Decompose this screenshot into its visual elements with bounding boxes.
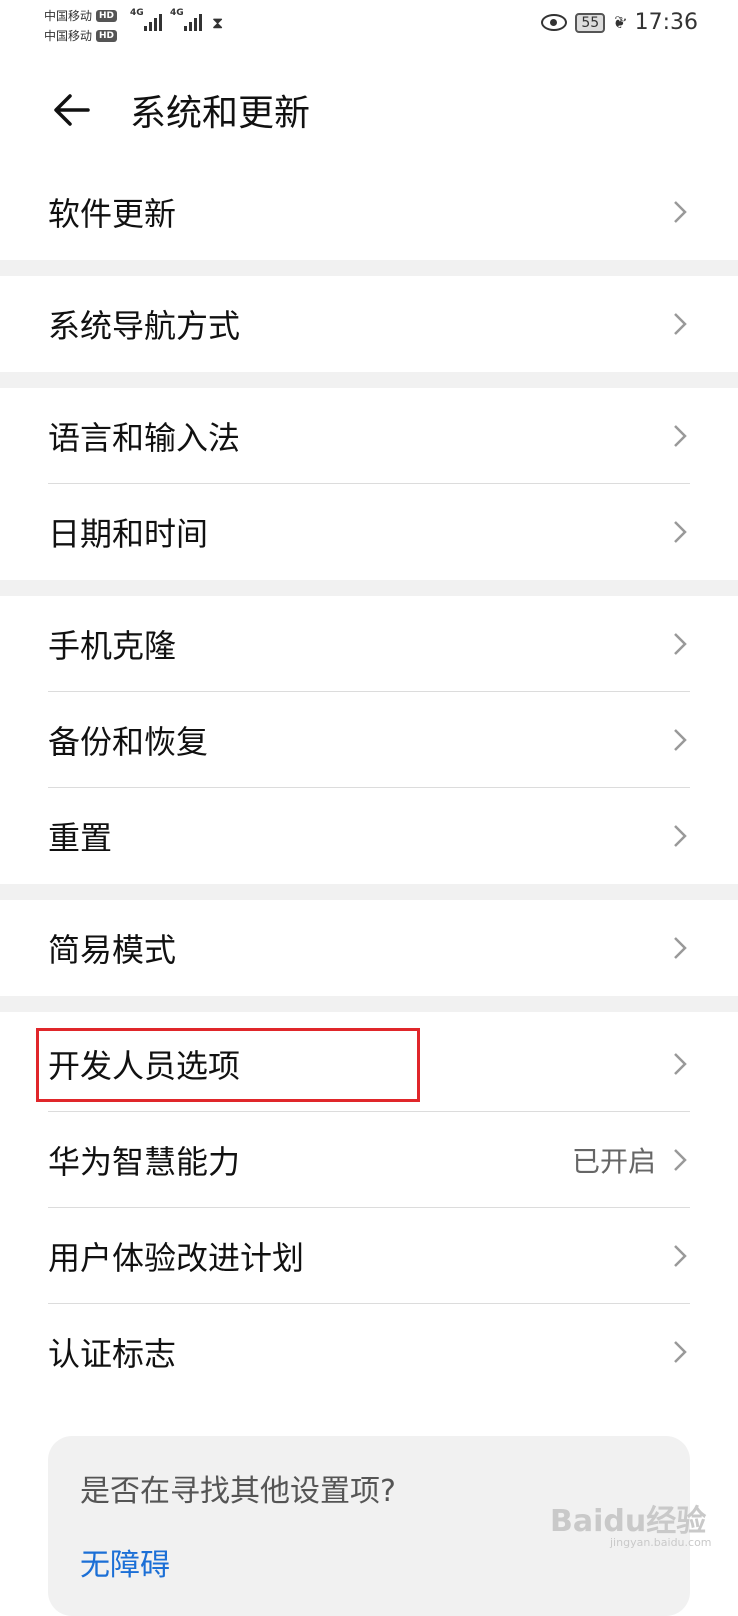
settings-item-user-experience-program[interactable]: 用户体验改进计划 — [0, 1208, 738, 1304]
section-gap — [0, 372, 738, 388]
settings-item-certification-logos[interactable]: 认证标志 — [0, 1304, 738, 1400]
settings-item-label: 重置 — [48, 819, 113, 857]
settings-section-1: 软件更新 — [0, 164, 738, 260]
chevron-right-icon — [674, 201, 687, 223]
chevron-right-icon — [674, 425, 687, 447]
settings-item-label: 认证标志 — [48, 1335, 177, 1373]
chevron-right-icon — [674, 1149, 687, 1171]
chevron-right-icon — [674, 313, 687, 335]
chevron-right-icon — [674, 1053, 687, 1075]
chevron-right-icon — [674, 825, 687, 847]
settings-section-2: 系统导航方式 — [0, 276, 738, 372]
watermark-sub: jingyan.baidu.com — [610, 1536, 712, 1549]
settings-item-system-navigation[interactable]: 系统导航方式 — [0, 276, 738, 372]
network-type-2: 4G — [170, 8, 184, 18]
settings-item-label: 系统导航方式 — [48, 307, 241, 345]
hd-badge-2: HD — [96, 30, 118, 42]
settings-item-label: 语言和输入法 — [48, 419, 241, 457]
status-right: 55 ❦ 17:36 — [541, 10, 698, 35]
watermark-text: Baidu经验 — [550, 1504, 707, 1539]
hourglass-icon: ⧗ — [212, 13, 224, 32]
settings-item-date-time[interactable]: 日期和时间 — [0, 484, 738, 580]
page-header: 系统和更新 — [0, 60, 738, 160]
power-saving-leaf-icon: ❦ — [610, 11, 630, 34]
settings-section-3: 语言和输入法 日期和时间 — [0, 388, 738, 580]
settings-item-label: 日期和时间 — [48, 515, 209, 553]
signal-icon-1: 4G — [130, 8, 162, 31]
settings-item-label: 软件更新 — [48, 195, 177, 233]
status-time: 17:36 — [634, 10, 698, 35]
hd-badge-1: HD — [96, 10, 118, 22]
back-arrow-icon[interactable] — [50, 88, 94, 132]
settings-item-language-input[interactable]: 语言和输入法 — [0, 388, 738, 484]
settings-section-4: 手机克隆 备份和恢复 重置 — [0, 596, 738, 884]
settings-item-label: 简易模式 — [48, 931, 177, 969]
chevron-right-icon — [674, 521, 687, 543]
settings-item-reset[interactable]: 重置 — [0, 788, 738, 884]
carrier-1: 中国移动 — [44, 9, 93, 23]
chevron-right-icon — [674, 937, 687, 959]
settings-item-label: 备份和恢复 — [48, 723, 209, 761]
signal-indicators: 4G 4G ⧗ — [130, 8, 224, 32]
status-bar: 中国移动 HD 中国移动 HD 4G 4G ⧗ 55 ❦ 17:36 — [0, 0, 738, 52]
chevron-right-icon — [674, 729, 687, 751]
settings-item-phone-clone[interactable]: 手机克隆 — [0, 596, 738, 692]
settings-item-backup-restore[interactable]: 备份和恢复 — [0, 692, 738, 788]
settings-item-software-update[interactable]: 软件更新 — [0, 164, 738, 260]
section-gap — [0, 260, 738, 276]
settings-item-value: 已开启 — [571, 1145, 656, 1178]
eye-comfort-icon — [541, 14, 568, 31]
settings-section-5: 简易模式 — [0, 900, 738, 996]
settings-item-label: 华为智慧能力 — [48, 1143, 241, 1181]
chevron-right-icon — [674, 1245, 687, 1267]
section-gap — [0, 996, 738, 1012]
baidu-watermark: Baidu经验 jingyan.baidu.com — [550, 1496, 712, 1549]
settings-item-huawei-ai[interactable]: 华为智慧能力 已开启 — [0, 1112, 738, 1208]
section-gap — [0, 580, 738, 596]
signal-icon-2: 4G — [170, 8, 202, 31]
settings-item-label: 用户体验改进计划 — [48, 1239, 305, 1277]
settings-item-label: 手机克隆 — [48, 627, 177, 665]
accessibility-link[interactable]: 无障碍 — [80, 1540, 170, 1584]
network-type-1: 4G — [130, 8, 144, 18]
carrier-2: 中国移动 — [44, 29, 93, 43]
settings-item-simple-mode[interactable]: 简易模式 — [0, 900, 738, 996]
highlight-box — [36, 1028, 420, 1102]
page-title: 系统和更新 — [130, 93, 311, 134]
chevron-right-icon — [674, 1341, 687, 1363]
suggestion-question: 是否在寻找其他设置项? — [80, 1474, 396, 1509]
battery-icon: 55 — [575, 12, 606, 33]
chevron-right-icon — [674, 633, 687, 655]
section-gap — [0, 884, 738, 900]
carrier-info: 中国移动 HD 中国移动 HD — [44, 6, 118, 46]
